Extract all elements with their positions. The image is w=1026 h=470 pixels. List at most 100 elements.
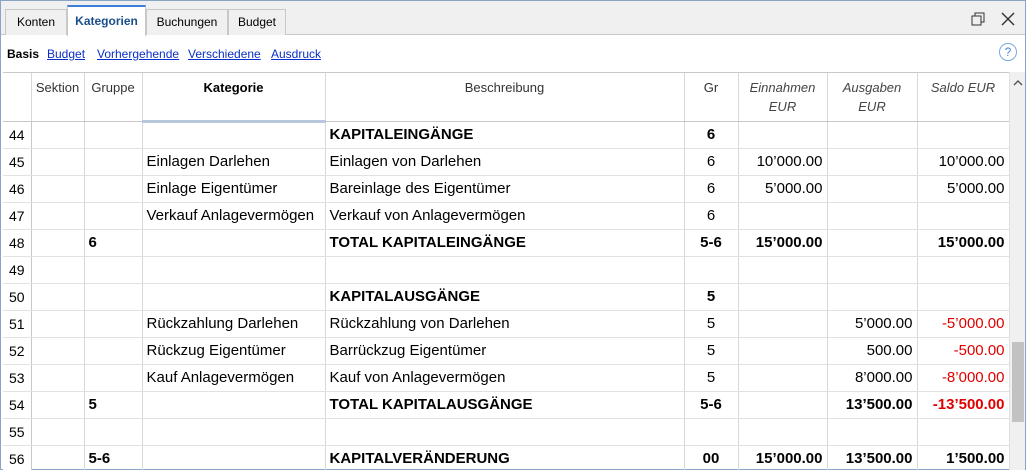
cell-gr[interactable]: 00 bbox=[684, 445, 739, 470]
cell-kategorie[interactable] bbox=[142, 283, 326, 311]
cell-beschreibung[interactable]: KAPITALVERÄNDERUNG bbox=[325, 445, 685, 470]
cell-kategorie[interactable]: Rückzug Eigentümer bbox=[142, 337, 326, 365]
cell-gruppe[interactable] bbox=[84, 310, 143, 338]
column-header-saldo[interactable]: Saldo EUR bbox=[917, 73, 1009, 122]
cell-saldo[interactable]: 10’000.00 bbox=[917, 148, 1009, 176]
view-budget[interactable]: Budget bbox=[47, 47, 85, 61]
scroll-up-arrow-icon[interactable] bbox=[1013, 76, 1023, 86]
cell-gr[interactable]: 5 bbox=[684, 283, 739, 311]
cell-kategorie[interactable] bbox=[142, 256, 326, 284]
table-row[interactable]: 46 Einlage Eigentümer Bareinlage des Eigen… bbox=[3, 175, 1009, 203]
cell-ausgaben[interactable]: 8’000.00 bbox=[827, 364, 918, 392]
cell-sektion[interactable] bbox=[31, 202, 85, 230]
cell-saldo[interactable]: -500.00 bbox=[917, 337, 1009, 365]
cell-gruppe[interactable] bbox=[84, 364, 143, 392]
cell-einnahmen[interactable] bbox=[738, 418, 828, 446]
tab-budget[interactable]: Budget bbox=[228, 9, 286, 35]
cell-gr[interactable]: 6 bbox=[684, 202, 739, 230]
cell-saldo[interactable] bbox=[917, 121, 1009, 149]
table-row[interactable]: 44 KAPITALEINGÄNGE 6 bbox=[3, 121, 1009, 149]
cell-gr[interactable]: 6 bbox=[684, 121, 739, 149]
view-verschiedene[interactable]: Verschiedene bbox=[188, 47, 261, 61]
cell-saldo[interactable] bbox=[917, 202, 1009, 230]
cell-beschreibung[interactable]: KAPITALAUSGÄNGE bbox=[325, 283, 685, 311]
cell-ausgaben[interactable] bbox=[827, 175, 918, 203]
cell-sektion[interactable] bbox=[31, 418, 85, 446]
table-row[interactable]: 55 bbox=[3, 418, 1009, 446]
view-vorhergehende[interactable]: Vorhergehende bbox=[97, 47, 179, 61]
cell-gruppe[interactable]: 6 bbox=[84, 229, 143, 257]
column-header-ausgaben[interactable]: Ausgaben EUR bbox=[827, 73, 918, 122]
cell-gr[interactable] bbox=[684, 256, 739, 284]
cell-gr[interactable]: 5 bbox=[684, 337, 739, 365]
cell-saldo[interactable]: 15’000.00 bbox=[917, 229, 1009, 257]
cell-saldo[interactable]: 5’000.00 bbox=[917, 175, 1009, 203]
cell-einnahmen[interactable] bbox=[738, 391, 828, 419]
cell-gruppe[interactable] bbox=[84, 121, 143, 149]
cell-kategorie[interactable]: Einlagen Darlehen bbox=[142, 148, 326, 176]
cell-beschreibung[interactable]: Verkauf von Anlagevermögen bbox=[325, 202, 685, 230]
cell-saldo[interactable] bbox=[917, 256, 1009, 284]
view-ausdruck[interactable]: Ausdruck bbox=[271, 47, 321, 61]
restore-window-icon[interactable] bbox=[969, 10, 987, 28]
cell-ausgaben[interactable] bbox=[827, 148, 918, 176]
cell-ausgaben[interactable]: 13’500.00 bbox=[827, 391, 918, 419]
tab-konten[interactable]: Konten bbox=[5, 9, 67, 35]
cell-gr[interactable]: 5 bbox=[684, 364, 739, 392]
cell-beschreibung[interactable]: Einlagen von Darlehen bbox=[325, 148, 685, 176]
cell-beschreibung[interactable] bbox=[325, 418, 685, 446]
cell-kategorie[interactable]: Verkauf Anlagevermögen bbox=[142, 202, 326, 230]
close-icon[interactable] bbox=[999, 10, 1017, 28]
cell-ausgaben[interactable] bbox=[827, 283, 918, 311]
tab-kategorien[interactable]: Kategorien bbox=[67, 5, 146, 36]
cell-gruppe[interactable] bbox=[84, 256, 143, 284]
column-header-sektion[interactable]: Sektion bbox=[31, 73, 85, 122]
cell-sektion[interactable] bbox=[31, 310, 85, 338]
cell-kategorie[interactable] bbox=[142, 445, 326, 470]
cell-gr[interactable]: 6 bbox=[684, 175, 739, 203]
cell-gr[interactable] bbox=[684, 418, 739, 446]
cell-kategorie[interactable] bbox=[142, 121, 326, 149]
cell-gruppe[interactable] bbox=[84, 283, 143, 311]
cell-gr[interactable]: 5-6 bbox=[684, 229, 739, 257]
cell-ausgaben[interactable]: 5’000.00 bbox=[827, 310, 918, 338]
table-row[interactable]: 51 Rückzahlung Darlehen Rückzahlung von Da… bbox=[3, 310, 1009, 338]
table-row[interactable]: 49 bbox=[3, 256, 1009, 284]
cell-einnahmen[interactable] bbox=[738, 364, 828, 392]
table-row[interactable]: 50 KAPITALAUSGÄNGE 5 bbox=[3, 283, 1009, 311]
cell-ausgaben[interactable]: 500.00 bbox=[827, 337, 918, 365]
cell-ausgaben[interactable] bbox=[827, 418, 918, 446]
cell-einnahmen[interactable] bbox=[738, 121, 828, 149]
cell-gruppe[interactable] bbox=[84, 148, 143, 176]
scrollbar-thumb[interactable] bbox=[1012, 342, 1024, 422]
cell-ausgaben[interactable] bbox=[827, 202, 918, 230]
cell-sektion[interactable] bbox=[31, 256, 85, 284]
column-header-kategorie[interactable]: Kategorie bbox=[142, 73, 326, 123]
cell-kategorie[interactable] bbox=[142, 229, 326, 257]
cell-beschreibung[interactable]: Barrückzug Eigentümer bbox=[325, 337, 685, 365]
cell-kategorie[interactable]: Kauf Anlagevermögen bbox=[142, 364, 326, 392]
column-header-gruppe[interactable]: Gruppe bbox=[84, 73, 143, 122]
cell-gruppe[interactable] bbox=[84, 175, 143, 203]
cell-sektion[interactable] bbox=[31, 364, 85, 392]
cell-gr[interactable]: 5-6 bbox=[684, 391, 739, 419]
table-row[interactable]: 53 Kauf Anlagevermögen Kauf von Anlageverm… bbox=[3, 364, 1009, 392]
view-basis[interactable]: Basis bbox=[7, 47, 39, 61]
cell-ausgaben[interactable]: 13’500.00 bbox=[827, 445, 918, 470]
cell-saldo[interactable]: -5’000.00 bbox=[917, 310, 1009, 338]
cell-beschreibung[interactable]: KAPITALEINGÄNGE bbox=[325, 121, 685, 149]
vertical-scrollbar[interactable] bbox=[1009, 72, 1025, 470]
cell-sektion[interactable] bbox=[31, 283, 85, 311]
tab-buchungen[interactable]: Buchungen bbox=[146, 9, 228, 35]
cell-sektion[interactable] bbox=[31, 121, 85, 149]
column-header-beschreibung[interactable]: Beschreibung bbox=[325, 73, 685, 122]
table-row[interactable]: 45 Einlagen Darlehen Einlagen von Darlehen… bbox=[3, 148, 1009, 176]
cell-saldo[interactable]: -8’000.00 bbox=[917, 364, 1009, 392]
cell-sektion[interactable] bbox=[31, 229, 85, 257]
cell-sektion[interactable] bbox=[31, 445, 85, 470]
cell-sektion[interactable] bbox=[31, 337, 85, 365]
cell-ausgaben[interactable] bbox=[827, 229, 918, 257]
cell-beschreibung[interactable]: Kauf von Anlagevermögen bbox=[325, 364, 685, 392]
help-icon[interactable]: ? bbox=[999, 43, 1017, 61]
cell-gr[interactable]: 6 bbox=[684, 148, 739, 176]
